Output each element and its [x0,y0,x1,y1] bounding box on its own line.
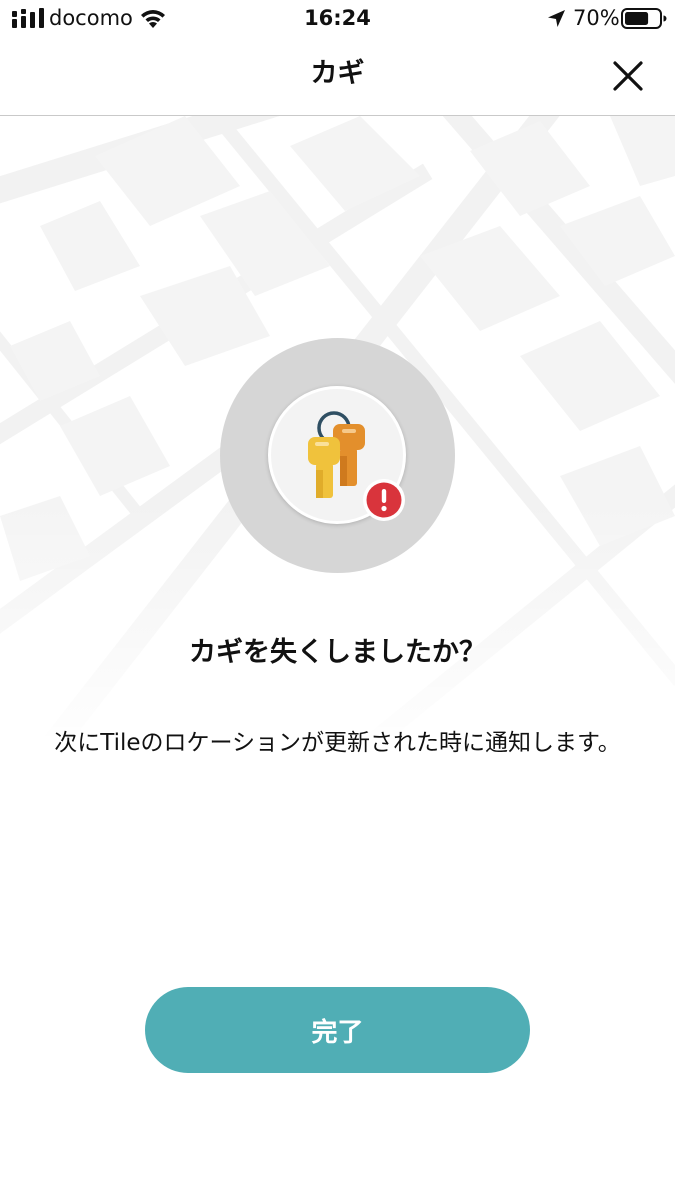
lost-keys-heading: カギを失くしましたか？ [189,637,486,668]
status-bar: docomo 16:24 70% [0,0,675,38]
screen: docomo 16:24 70% カギ カギを失くしましたか？ 次にTileのロ… [0,0,675,1200]
battery-percent: 70% [573,6,620,30]
close-icon[interactable] [604,52,652,100]
notification-description: 次にTileのロケーションが更新された時に通知します。 [54,730,621,756]
close-button[interactable] [604,52,652,100]
location-arrow-icon [548,10,565,27]
battery-icon [621,8,667,29]
navigation-bar: カギ [0,38,675,116]
alert-icon [363,479,405,521]
done-button[interactable]: 完了 [145,987,530,1073]
nav-title: カギ [310,58,365,89]
